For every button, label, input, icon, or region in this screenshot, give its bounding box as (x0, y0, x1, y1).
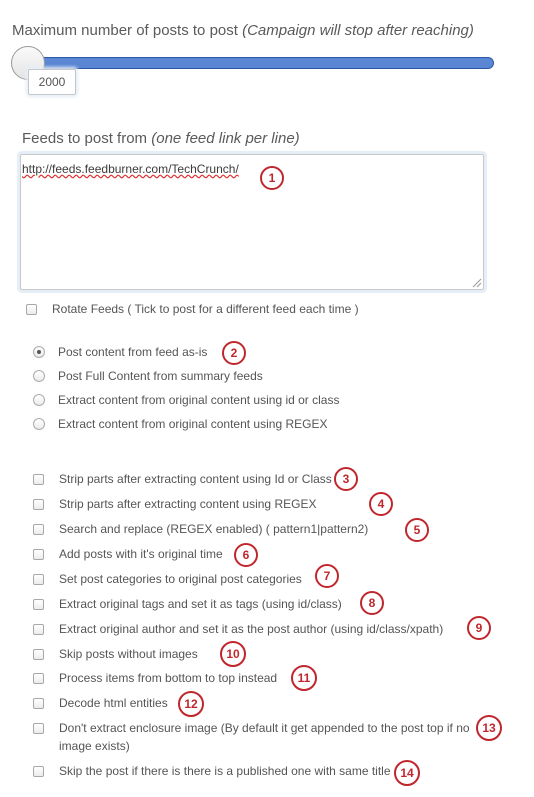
option-checkbox[interactable] (33, 623, 44, 635)
feed-url: http://feeds.feedburner.com/TechCrunch/ (22, 162, 239, 176)
option-strip-id-class[interactable]: Strip parts after extracting content usi… (33, 470, 332, 488)
option-checkbox[interactable] (33, 722, 44, 734)
option-label: Set post categories to original post cat… (59, 572, 302, 586)
option-label: Strip parts after extracting content usi… (59, 472, 332, 486)
rotate-feeds-row[interactable]: Rotate Feeds ( Tick to post for a differ… (26, 300, 359, 318)
annotation-badge: 6 (234, 543, 258, 567)
option-checkbox[interactable] (33, 648, 44, 660)
annotation-badge: 5 (405, 518, 429, 542)
max-posts-slider-track[interactable] (26, 57, 494, 69)
content-mode-regex[interactable]: Extract content from original content us… (33, 415, 327, 433)
annotation-badge: 7 (315, 564, 339, 588)
annotation-badge: 11 (291, 665, 317, 691)
feeds-label-text: Feeds to post from (22, 130, 148, 147)
annotation-badge: 14 (394, 760, 420, 786)
option-checkbox[interactable] (33, 697, 44, 709)
rotate-feeds-checkbox[interactable] (26, 303, 37, 315)
option-checkbox[interactable] (33, 573, 44, 585)
max-posts-label: Maximum number of posts to post (Campaig… (12, 22, 474, 39)
option-skip-same-title[interactable]: Skip the post if there is there is a pub… (33, 762, 391, 780)
option-label: Extract original tags and set it as tags… (59, 597, 342, 611)
option-label: Process items from bottom to top instead (59, 671, 278, 685)
feeds-label: Feeds to post from (one feed link per li… (22, 130, 300, 147)
annotation-badge: 2 (222, 341, 246, 365)
feeds-hint: (one feed link per line) (151, 130, 300, 147)
max-posts-label-text: Maximum number of posts to post (12, 22, 238, 39)
annotation-badge: 1 (260, 166, 284, 190)
content-mode-id-class[interactable]: Extract content from original content us… (33, 391, 339, 409)
option-original-time[interactable]: Add posts with it's original time (33, 545, 223, 563)
option-label: Decode html entities (59, 696, 168, 710)
option-label: Skip posts without images (59, 647, 198, 661)
annotation-badge: 8 (360, 591, 384, 615)
annotation-badge: 10 (220, 641, 246, 667)
resize-grip-icon[interactable] (472, 278, 482, 288)
content-mode-full[interactable]: Post Full Content from summary feeds (33, 367, 263, 385)
option-checkbox[interactable] (33, 672, 44, 684)
option-checkbox[interactable] (33, 598, 44, 610)
option-checkbox[interactable] (33, 765, 44, 777)
option-label: Search and replace (REGEX enabled) ( pat… (59, 522, 369, 536)
option-strip-regex[interactable]: Strip parts after extracting content usi… (33, 495, 316, 513)
option-original-categories[interactable]: Set post categories to original post cat… (33, 570, 302, 588)
option-original-tags[interactable]: Extract original tags and set it as tags… (33, 595, 342, 613)
option-label: Skip the post if there is there is a pub… (59, 764, 391, 778)
content-mode-label: Post Full Content from summary feeds (58, 369, 263, 383)
option-skip-no-images[interactable]: Skip posts without images (33, 645, 198, 663)
option-checkbox[interactable] (33, 548, 44, 560)
content-mode-label: Extract content from original content us… (58, 417, 328, 431)
max-posts-hint: (Campaign will stop after reaching) (242, 22, 474, 39)
annotation-badge: 12 (178, 691, 204, 717)
content-mode-label: Extract content from original content us… (58, 393, 340, 407)
annotation-badge: 13 (476, 715, 502, 741)
content-mode-full-radio[interactable] (33, 370, 45, 382)
option-original-author[interactable]: Extract original author and set it as th… (33, 620, 443, 638)
option-search-replace[interactable]: Search and replace (REGEX enabled) ( pat… (33, 520, 368, 538)
annotation-badge: 3 (334, 467, 358, 491)
option-label: Don't extract enclosure image (By defaul… (59, 721, 470, 735)
option-decode-html[interactable]: Decode html entities (33, 694, 168, 712)
option-label-continued: image exists) (59, 739, 130, 753)
option-label: Extract original author and set it as th… (59, 622, 444, 636)
max-posts-value[interactable]: 2000 (28, 69, 76, 95)
feeds-textarea-value: http://feeds.feedburner.com/TechCrunch/ (22, 162, 239, 176)
annotation-badge: 9 (467, 616, 491, 640)
annotation-badge: 4 (369, 492, 393, 516)
content-mode-label: Post content from feed as-is (58, 345, 208, 359)
option-bottom-to-top[interactable]: Process items from bottom to top instead (33, 669, 277, 687)
content-mode-id-class-radio[interactable] (33, 394, 45, 406)
content-mode-regex-radio[interactable] (33, 418, 45, 430)
option-no-enclosure[interactable]: Don't extract enclosure image (By defaul… (33, 719, 470, 737)
rotate-feeds-label: Rotate Feeds ( Tick to post for a differ… (52, 302, 359, 316)
option-label: Add posts with it's original time (59, 547, 223, 561)
option-checkbox[interactable] (33, 523, 44, 535)
option-label: Strip parts after extracting content usi… (59, 497, 317, 511)
content-mode-as-is-radio[interactable] (33, 346, 45, 358)
option-checkbox[interactable] (33, 498, 44, 510)
content-mode-as-is[interactable]: Post content from feed as-is (33, 343, 207, 361)
option-checkbox[interactable] (33, 473, 44, 485)
